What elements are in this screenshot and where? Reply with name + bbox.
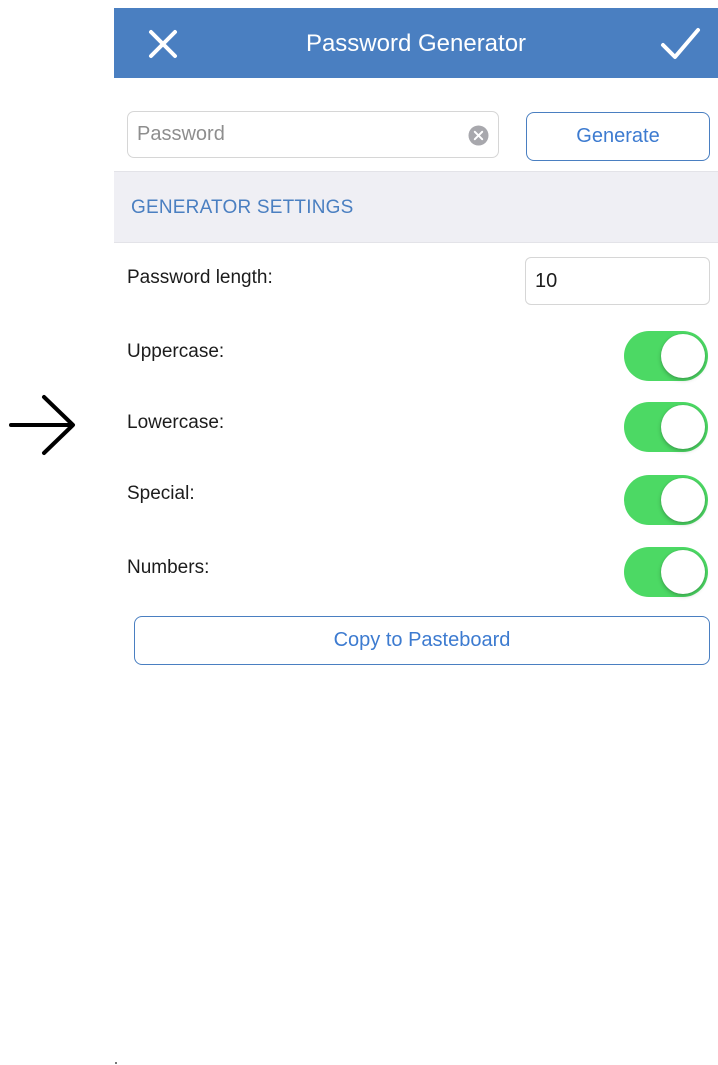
toggle-knob xyxy=(661,478,705,522)
right-arrow-icon xyxy=(9,395,75,455)
uppercase-label: Uppercase: xyxy=(127,341,225,362)
numbers-label: Numbers: xyxy=(127,557,210,578)
password-length-label: Password length: xyxy=(127,267,273,288)
special-toggle[interactable] xyxy=(624,475,708,525)
toggle-knob xyxy=(661,550,705,594)
lowercase-label: Lowercase: xyxy=(127,412,225,433)
clear-circle-icon[interactable] xyxy=(468,125,489,146)
lowercase-toggle[interactable] xyxy=(624,402,708,452)
copy-to-pasteboard-button[interactable]: Copy to Pasteboard xyxy=(134,616,710,665)
toggle-knob xyxy=(661,405,705,449)
page-title: Password Generator xyxy=(305,30,527,57)
toggle-knob xyxy=(661,334,705,378)
password-generator-screen: Password Generator Generate GENERATOR SE… xyxy=(114,8,718,684)
numbers-toggle[interactable] xyxy=(624,547,708,597)
password-input[interactable] xyxy=(137,112,457,157)
password-length-input[interactable] xyxy=(525,257,710,305)
divider xyxy=(115,1062,117,1064)
settings-section-header: GENERATOR SETTINGS xyxy=(114,171,718,243)
generate-button[interactable]: Generate xyxy=(526,112,710,161)
password-field xyxy=(127,111,499,158)
checkmark-icon[interactable] xyxy=(656,24,704,64)
special-label: Special: xyxy=(127,483,195,504)
navigation-bar: Password Generator xyxy=(114,8,718,78)
uppercase-toggle[interactable] xyxy=(624,331,708,381)
section-title: GENERATOR SETTINGS xyxy=(131,197,354,218)
